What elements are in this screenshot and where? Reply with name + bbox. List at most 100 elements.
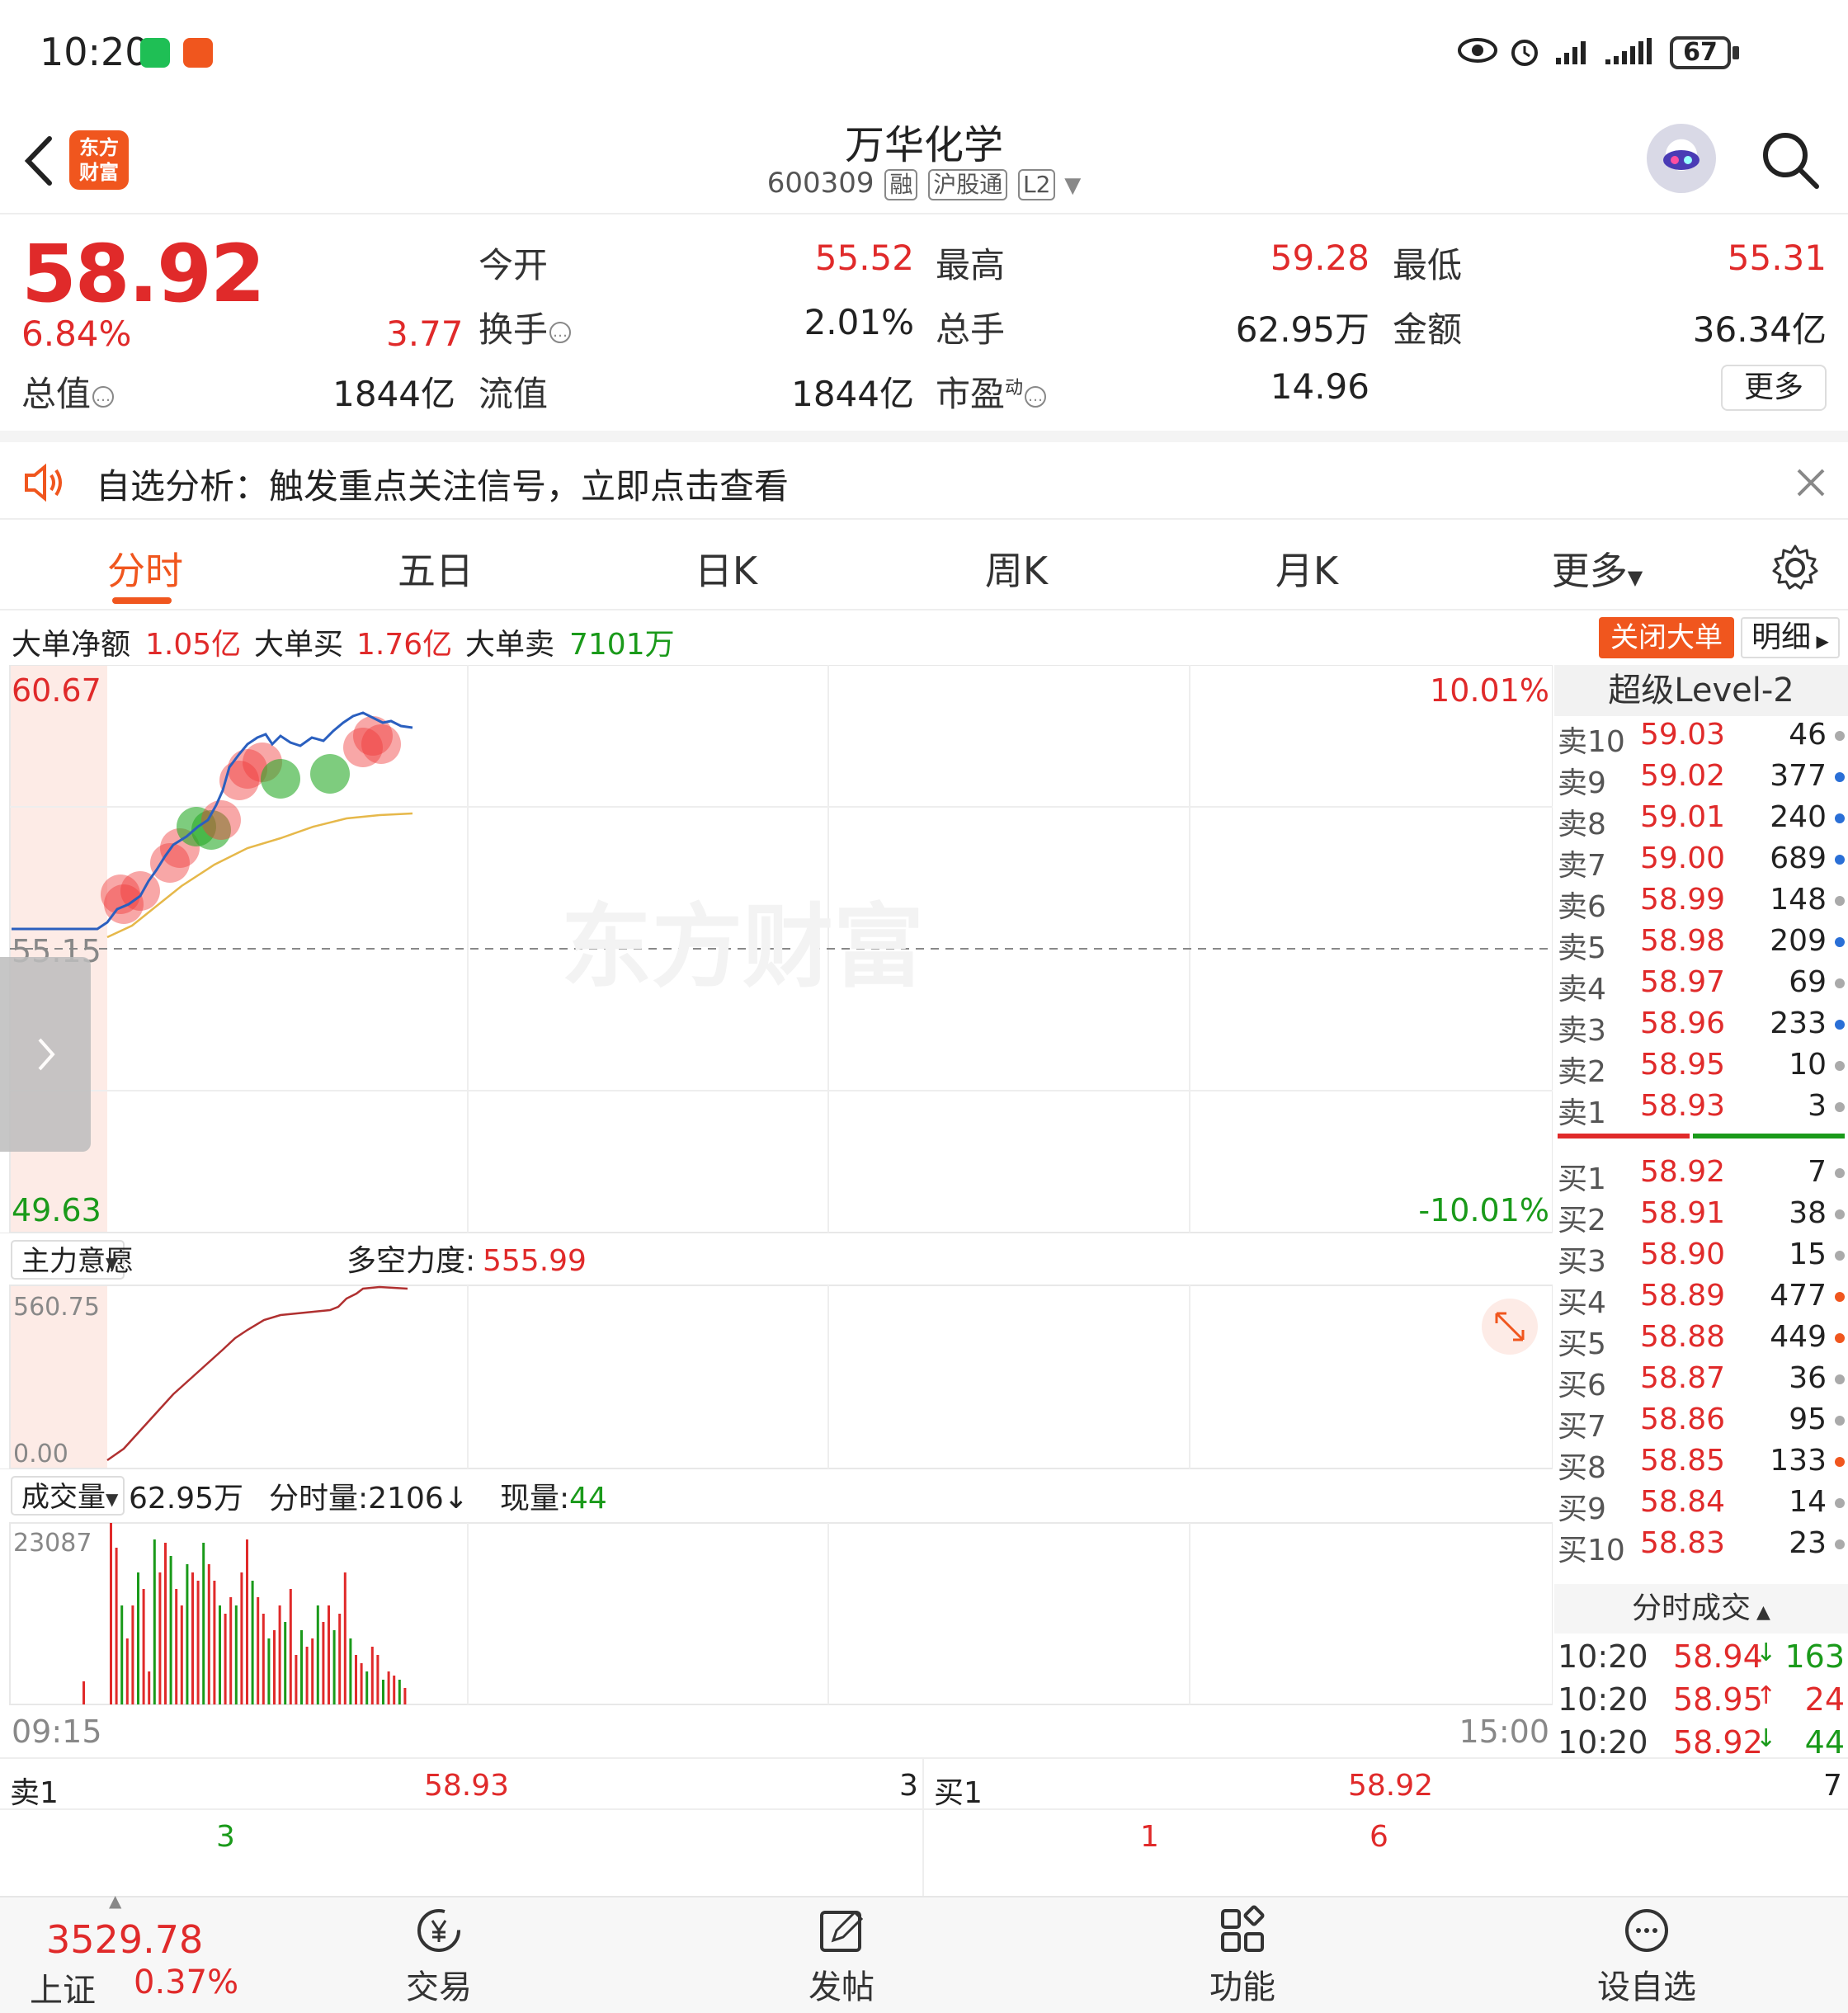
amount-label: 金额 bbox=[1393, 309, 1463, 350]
stock-code-row[interactable]: 600309 融 沪股通 L2 ▼ bbox=[0, 167, 1848, 200]
detail-button[interactable]: 明细 ▶ bbox=[1741, 617, 1840, 658]
high-value: 59.28 bbox=[1270, 238, 1370, 278]
level-dot bbox=[1835, 896, 1845, 906]
orderbook-buy-row[interactable]: 买2 58.91 38 bbox=[1554, 1196, 1848, 1238]
tab-more[interactable]: 更多▼ bbox=[1498, 541, 1696, 596]
tab-intraday[interactable]: 分时 bbox=[46, 541, 244, 596]
buy-ratio-bar bbox=[1693, 1134, 1845, 1138]
big-order-row: 大单净额 1.05亿 大单买 1.76亿 大单卖 7101万 关闭大单 明细 ▶ bbox=[0, 612, 1848, 665]
orderbook-buy-row[interactable]: 买1 58.92 7 bbox=[1554, 1155, 1848, 1196]
volume-label: 总手 bbox=[936, 309, 1006, 350]
pct-bottom-label: -10.01% bbox=[1418, 1192, 1549, 1228]
orderbook-sell-row[interactable]: 卖6 58.99 148 bbox=[1554, 883, 1848, 924]
orderbook-buy-row[interactable]: 买4 58.89 477 bbox=[1554, 1279, 1848, 1320]
orderbook-sell-row[interactable]: 卖9 59.02 377 bbox=[1554, 759, 1848, 800]
tab-monthly-k[interactable]: 月K bbox=[1208, 541, 1406, 596]
nav-trade[interactable]: 交易 bbox=[356, 1904, 521, 2008]
orderbook-buy-row[interactable]: 买8 58.85 133 bbox=[1554, 1444, 1848, 1485]
level-price: 58.97 bbox=[1640, 965, 1726, 999]
net-value: 1.05亿 bbox=[145, 628, 242, 662]
level-qty: 133 bbox=[1770, 1444, 1827, 1478]
app-notification-icon bbox=[183, 38, 213, 68]
l1-sell-qty: 3 bbox=[899, 1769, 918, 1803]
volume-bar bbox=[251, 1581, 254, 1704]
orderbook-sell-row[interactable]: 卖8 59.01 240 bbox=[1554, 800, 1848, 842]
orderbook-sell-row[interactable]: 卖10 59.03 46 bbox=[1554, 718, 1848, 759]
close-big-order-button[interactable]: 关闭大单 bbox=[1599, 617, 1734, 658]
assistant-robot-icon[interactable] bbox=[1647, 124, 1716, 193]
orderbook-buy-row[interactable]: 买7 58.86 95 bbox=[1554, 1402, 1848, 1444]
orderbook-buy-row[interactable]: 买10 58.83 23 bbox=[1554, 1526, 1848, 1568]
trade-time: 10:20 bbox=[1558, 1638, 1648, 1675]
tab-weekly-k[interactable]: 周K bbox=[917, 541, 1115, 596]
order-book[interactable]: 超级Level-2 卖10 59.03 46 卖9 59.02 377 卖8 59.01 240… bbox=[1554, 665, 1848, 1761]
turnover-label[interactable]: 换手… bbox=[478, 302, 572, 352]
chevron-down-icon: ▼ bbox=[1064, 173, 1082, 198]
level-qty: 7 bbox=[1808, 1155, 1827, 1189]
trade-direction: ↑ bbox=[1756, 1681, 1777, 1710]
volume-bar bbox=[393, 1676, 396, 1704]
intraday-price-chart[interactable]: 东方财富 60.67 55.15 49.63 10.01% -10.01% bbox=[0, 665, 1553, 1233]
trade-qty: 44 bbox=[1804, 1724, 1845, 1761]
notice-banner[interactable]: 自选分析：触发重点关注信号，立即点击查看 bbox=[0, 431, 1848, 520]
nav-add-watchlist[interactable]: 设自选 bbox=[1564, 1904, 1729, 2008]
orderbook-buy-row[interactable]: 买3 58.90 15 bbox=[1554, 1238, 1848, 1279]
trade-qty: 24 bbox=[1804, 1681, 1845, 1718]
l1-buy-sub2: 6 bbox=[1370, 1820, 1388, 1854]
nav-post[interactable]: 发帖 bbox=[759, 1904, 924, 2008]
orderbook-sell-row[interactable]: 卖7 59.00 689 bbox=[1554, 842, 1848, 883]
level-dot bbox=[1835, 1061, 1845, 1071]
close-icon[interactable] bbox=[1792, 464, 1830, 502]
high-label: 最高 bbox=[936, 245, 1006, 285]
orderbook-sell-row[interactable]: 卖1 58.93 3 bbox=[1554, 1089, 1848, 1130]
y-top-label: 60.67 bbox=[12, 672, 101, 709]
volume-bar bbox=[360, 1663, 363, 1704]
pe-label[interactable]: 市盈动… bbox=[936, 366, 1047, 417]
level-dot bbox=[1835, 731, 1845, 741]
volume-chart[interactable]: 成交量 ▼ 62.95万 分时量:2106↓ 现量: 44 23087 09:1… bbox=[0, 1468, 1553, 1757]
vol-min-label: 分时量:2106↓ bbox=[269, 1482, 469, 1516]
level-price: 59.03 bbox=[1640, 718, 1726, 752]
trades-title[interactable]: 分时成交 ▲ bbox=[1554, 1584, 1848, 1634]
mktcap-label[interactable]: 总值… bbox=[21, 366, 115, 417]
open-value: 55.52 bbox=[814, 238, 914, 278]
orderbook-sell-row[interactable]: 卖2 58.95 10 bbox=[1554, 1048, 1848, 1089]
orderbook-sell-row[interactable]: 卖4 58.97 69 bbox=[1554, 965, 1848, 1006]
orderbook-title[interactable]: 超级Level-2 bbox=[1554, 665, 1848, 716]
more-quote-button[interactable]: 更多 bbox=[1721, 365, 1827, 411]
orderbook-buy-row[interactable]: 买5 58.88 449 bbox=[1554, 1320, 1848, 1361]
edit-icon bbox=[820, 1910, 864, 1952]
search-icon[interactable] bbox=[1757, 127, 1823, 193]
level-label: 买2 bbox=[1558, 1204, 1606, 1238]
main-force-chart[interactable]: 主力意愿 ▼ 多空力度: 555.99 560.75 0.00 bbox=[0, 1233, 1553, 1468]
level-price: 58.89 bbox=[1640, 1279, 1726, 1313]
volume-bar bbox=[343, 1572, 346, 1704]
stock-header: 东方 财富 万华化学 600309 融 沪股通 L2 ▼ bbox=[0, 107, 1848, 214]
level-qty: 14 bbox=[1789, 1485, 1827, 1519]
orderbook-sell-row[interactable]: 卖5 58.98 209 bbox=[1554, 924, 1848, 965]
level-qty: 209 bbox=[1770, 924, 1827, 958]
orderbook-sell-row[interactable]: 卖3 58.96 233 bbox=[1554, 1006, 1848, 1048]
volume-bar bbox=[202, 1543, 205, 1704]
nav-functions[interactable]: 功能 bbox=[1160, 1904, 1325, 2008]
trade-price: 58.95 bbox=[1673, 1681, 1763, 1718]
big-buy-value: 1.76亿 bbox=[356, 628, 453, 662]
expand-side-panel-button[interactable] bbox=[0, 957, 91, 1152]
volume-bar bbox=[213, 1581, 216, 1704]
index-ticker[interactable]: ▲ 3529.78 上证 0.37% bbox=[16, 1891, 264, 2013]
gear-icon[interactable] bbox=[1770, 543, 1820, 592]
volume-bar bbox=[355, 1655, 357, 1704]
vol-total: 62.95万 bbox=[129, 1482, 243, 1516]
orderbook-buy-row[interactable]: 买9 58.84 14 bbox=[1554, 1485, 1848, 1526]
volume-bar bbox=[180, 1605, 183, 1704]
orderbook-buy-row[interactable]: 买6 58.87 36 bbox=[1554, 1361, 1848, 1402]
trade-direction: ↓ bbox=[1756, 1724, 1777, 1753]
big-sell-label: 大单卖 bbox=[465, 628, 555, 662]
tab-daily-k[interactable]: 日K bbox=[627, 541, 825, 596]
level-qty: 15 bbox=[1789, 1238, 1827, 1271]
volume-bar bbox=[120, 1605, 124, 1704]
volume-value: 62.95万 bbox=[1235, 309, 1370, 350]
tab-five-day[interactable]: 五日 bbox=[337, 541, 535, 596]
l1-buy-sub1: 1 bbox=[1140, 1820, 1159, 1854]
change-amount: 3.77 bbox=[386, 314, 464, 354]
